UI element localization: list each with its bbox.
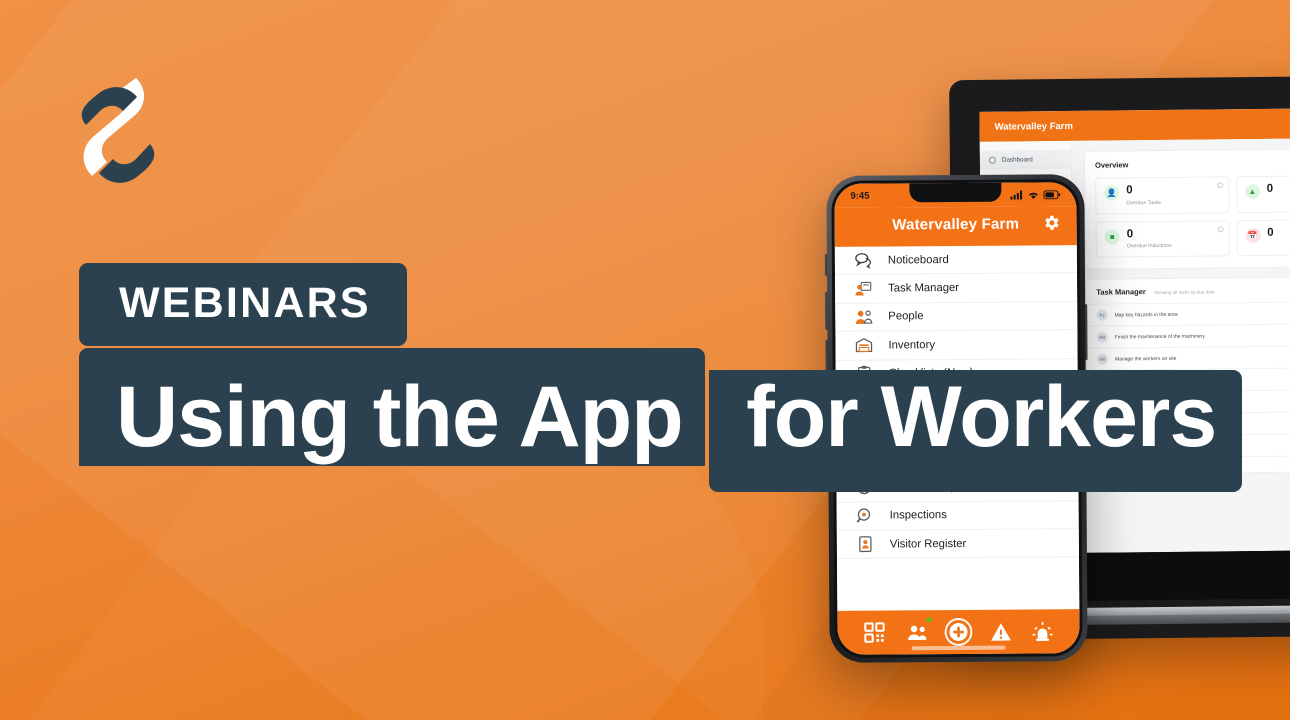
title-line-2-row: for Workers xyxy=(709,369,1243,492)
task-title: Map key hazards in the area xyxy=(1114,311,1178,318)
stat-label: Overdue Tasks xyxy=(1126,199,1161,206)
stat-value: 0 xyxy=(1266,182,1274,195)
title-line-1: Using the App xyxy=(116,369,684,465)
status-indicators xyxy=(1010,189,1061,200)
overview-stats-grid: 👤 0 Overdue Tasks i ▲ 0 ■ 0 Overdue Indu… xyxy=(1095,174,1290,258)
menu-item-visitor-register[interactable]: Visitor Register xyxy=(836,529,1079,560)
task-manager-header: Task Manager Showing all tasks by due da… xyxy=(1086,277,1290,304)
magnifier-gear-icon xyxy=(856,506,875,525)
person-task-icon: 👤 xyxy=(1104,185,1120,201)
sidebar-item-dashboard[interactable]: Dashboard xyxy=(979,149,1072,170)
stat-overdue-inductions[interactable]: ■ 0 Overdue Inductions i xyxy=(1095,219,1230,258)
settings-button[interactable] xyxy=(1042,213,1061,237)
phone-bottom-tabbar xyxy=(837,609,1080,655)
stat-label: Overdue Inductions xyxy=(1126,242,1172,250)
menu-item-label: Inspections xyxy=(889,509,947,522)
menu-item-label: People xyxy=(888,310,924,323)
id-card-icon xyxy=(856,535,875,554)
tab-people[interactable] xyxy=(901,616,933,647)
avatar: PJ xyxy=(1096,309,1108,321)
tab-qr-scan[interactable] xyxy=(859,617,889,647)
overview-title: Overview xyxy=(1094,160,1129,170)
tab-hazard[interactable] xyxy=(985,617,1015,647)
chat-bubbles-icon xyxy=(854,251,873,270)
home-indicator xyxy=(911,645,1006,651)
people-group-icon xyxy=(907,625,927,640)
page-title: Using the App for Workers xyxy=(79,348,1243,492)
calendar-icon: 📅 xyxy=(1245,227,1261,243)
table-row[interactable]: HB Finish the maintenance of the machine… xyxy=(1086,322,1290,348)
sidebar-item-label: Dashboard xyxy=(1001,156,1033,164)
stat-calendar[interactable]: 📅 0 i xyxy=(1236,218,1290,257)
induction-icon: ■ xyxy=(1104,228,1120,245)
menu-item-label: Noticeboard xyxy=(887,253,949,267)
wifi-icon xyxy=(1029,192,1038,199)
task-title: Finish the maintenance of the machinery xyxy=(1114,333,1205,340)
battery-icon xyxy=(1043,189,1061,199)
task-manager-title: Task Manager xyxy=(1096,287,1146,297)
phone-org-name: Watervalley Farm xyxy=(892,215,1020,234)
menu-item-label: Task Manager xyxy=(888,282,960,295)
title-line-1-row: Using the App xyxy=(79,348,705,466)
notification-badge xyxy=(925,616,933,624)
stat-value: 0 xyxy=(1126,227,1134,240)
phone-notch xyxy=(909,182,1002,203)
menu-item-noticeboard[interactable]: Noticeboard xyxy=(834,245,1077,276)
menu-item-people[interactable]: People xyxy=(835,301,1078,333)
menu-item-label: Visitor Register xyxy=(889,537,967,551)
hazard-triangle-icon: ▲ xyxy=(1244,183,1260,200)
table-row[interactable]: PJ Map key hazards in the area xyxy=(1086,300,1290,326)
menu-item-task-manager[interactable]: Task Manager xyxy=(834,273,1078,304)
phone-status-bar: 9:45 xyxy=(834,182,1077,208)
warning-triangle-icon xyxy=(990,622,1011,641)
title-line-2: for Workers xyxy=(746,369,1217,465)
alarm-siren-icon xyxy=(1032,621,1053,641)
stat-hazards[interactable]: ▲ 0 i xyxy=(1235,174,1290,213)
status-time: 9:45 xyxy=(850,190,870,202)
overview-card: Overview 👤 0 Overdue Tasks i ▲ 0 ■ 0 Ove… xyxy=(1083,147,1290,270)
stat-overdue-tasks[interactable]: 👤 0 Overdue Tasks i xyxy=(1095,176,1229,215)
info-icon[interactable]: i xyxy=(1216,182,1223,189)
cellular-signal-icon xyxy=(1010,190,1023,200)
webinars-label: WEBINARS xyxy=(119,279,371,327)
tablet-org-name: Watervalley Farm xyxy=(994,120,1073,133)
add-plus-circle-icon xyxy=(944,618,973,646)
stat-value: 0 xyxy=(1126,184,1133,197)
task-person-icon xyxy=(854,279,873,298)
info-icon[interactable]: i xyxy=(1217,225,1224,232)
menu-item-inspections[interactable]: Inspections xyxy=(836,500,1079,531)
webinars-eyebrow-badge: WEBINARS xyxy=(79,263,407,346)
tab-emergency-alarm[interactable] xyxy=(1027,616,1057,646)
tablet-topbar: Watervalley Farm xyxy=(979,107,1290,142)
task-manager-subtitle: Showing all tasks by due date xyxy=(1153,289,1215,296)
avatar: HB xyxy=(1096,331,1108,343)
stat-value: 0 xyxy=(1267,226,1274,239)
people-icon xyxy=(854,308,873,327)
qr-code-icon xyxy=(864,622,885,643)
dashboard-icon xyxy=(988,156,996,164)
gear-icon xyxy=(1045,215,1059,230)
safetyculture-s-logo xyxy=(78,72,156,198)
phone-app-header: Watervalley Farm xyxy=(834,206,1077,247)
tab-add[interactable] xyxy=(943,617,973,647)
